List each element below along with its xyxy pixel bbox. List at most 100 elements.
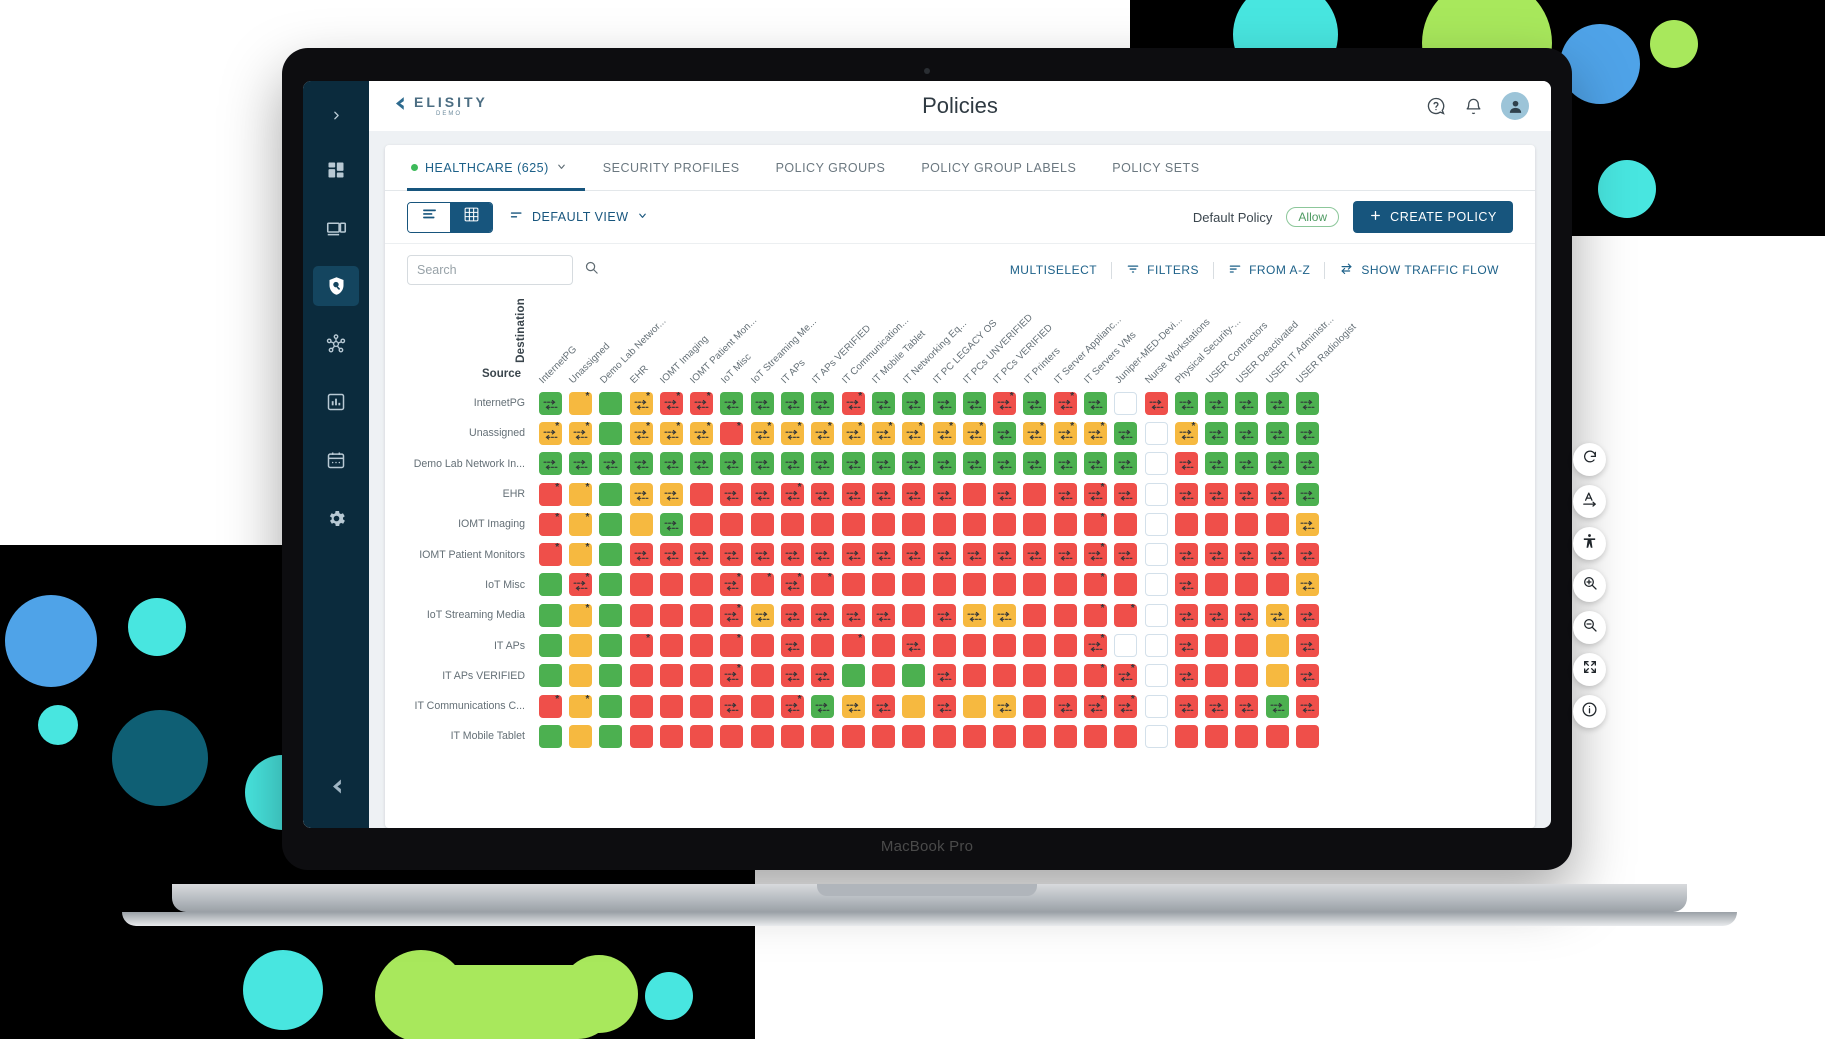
matrix-cell[interactable] [717,449,747,479]
matrix-cell[interactable] [808,630,838,660]
matrix-cell[interactable] [1202,418,1232,448]
matrix-cell[interactable] [1020,479,1050,509]
matrix-cell[interactable] [808,449,838,479]
matrix-row-label[interactable]: EHR [407,479,535,509]
matrix-column-header[interactable]: IT PCs VERIFIED [989,296,1056,388]
matrix-cell[interactable] [959,721,989,751]
matrix-cell[interactable] [1020,691,1050,721]
matrix-cell[interactable] [656,661,686,691]
matrix-cell[interactable] [868,449,898,479]
matrix-column-header[interactable]: IoT Streaming Me... [747,296,819,388]
matrix-cell[interactable] [1292,721,1322,751]
matrix-cell[interactable] [1050,661,1080,691]
matrix-cell[interactable] [1171,661,1201,691]
matrix-cell[interactable] [747,539,777,569]
matrix-cell[interactable] [686,630,716,660]
matrix-cell[interactable] [959,479,989,509]
matrix-cell[interactable] [1141,539,1171,569]
sidebar-item-dashboard[interactable] [313,150,359,190]
matrix-cell[interactable] [686,691,716,721]
matrix-cell[interactable] [1262,418,1292,448]
sidebar-item-settings[interactable] [313,498,359,538]
matrix-cell[interactable] [747,721,777,751]
matrix-cell[interactable] [1262,570,1292,600]
sidebar-item-topology[interactable] [313,324,359,364]
matrix-column-header[interactable]: Nurse Workstations [1141,296,1212,388]
matrix-cell[interactable]: * [1080,691,1110,721]
sidebar-item-devices[interactable] [313,208,359,248]
matrix-cell[interactable] [989,691,1019,721]
matrix-cell[interactable] [1111,449,1141,479]
matrix-cell[interactable] [1141,418,1171,448]
matrix-cell[interactable] [747,630,777,660]
matrix-cell[interactable] [747,479,777,509]
matrix-cell[interactable]: * [1050,388,1080,418]
matrix-cell[interactable] [929,661,959,691]
matrix-row-label[interactable]: IoT Streaming Media [407,600,535,630]
matrix-cell[interactable]: * [565,418,595,448]
sidebar-item-collapse[interactable] [326,776,347,802]
search-input[interactable] [417,263,578,277]
matrix-row-label[interactable]: Unassigned [407,418,535,448]
grid-view-button[interactable] [450,202,492,232]
matrix-cell[interactable] [989,661,1019,691]
matrix-cell[interactable] [1262,721,1292,751]
matrix-cell[interactable] [929,600,959,630]
matrix-column-header[interactable]: IT Printers [1020,296,1062,388]
matrix-cell[interactable]: * [959,418,989,448]
matrix-column-header[interactable]: IT Server Applianc... [1050,296,1124,388]
matrix-cell[interactable] [1262,661,1292,691]
matrix-cell[interactable] [1292,539,1322,569]
matrix-cell[interactable]: * [929,418,959,448]
matrix-cell[interactable] [777,630,807,660]
user-avatar-icon[interactable] [1501,92,1529,120]
matrix-cell[interactable] [747,449,777,479]
matrix-cell[interactable] [596,691,626,721]
matrix-cell[interactable] [838,691,868,721]
matrix-cell[interactable] [838,600,868,630]
matrix-cell[interactable] [717,509,747,539]
matrix-cell[interactable] [1050,691,1080,721]
matrix-cell[interactable] [1171,691,1201,721]
matrix-cell[interactable] [929,539,959,569]
matrix-cell[interactable] [929,630,959,660]
matrix-cell[interactable]: * [1080,418,1110,448]
matrix-cell[interactable] [1202,721,1232,751]
matrix-cell[interactable] [1141,449,1171,479]
matrix-cell[interactable] [596,600,626,630]
matrix-row-label[interactable]: IOMT Imaging [407,509,535,539]
matrix-cell[interactable] [1141,388,1171,418]
matrix-cell[interactable] [535,721,565,751]
fullscreen-button[interactable] [1573,653,1606,686]
matrix-cell[interactable] [1202,630,1232,660]
matrix-cell[interactable] [1292,509,1322,539]
matrix-cell[interactable] [808,691,838,721]
matrix-cell[interactable] [1202,600,1232,630]
matrix-cell[interactable] [747,661,777,691]
matrix-cell[interactable]: * [535,539,565,569]
matrix-column-header[interactable]: IT APs VERIFIED [808,296,873,388]
matrix-cell[interactable] [868,721,898,751]
text-direction-button[interactable] [1573,485,1606,518]
matrix-cell[interactable] [1202,691,1232,721]
matrix-cell[interactable] [1050,721,1080,751]
matrix-cell[interactable] [596,509,626,539]
matrix-cell[interactable] [1292,661,1322,691]
matrix-cell[interactable] [686,600,716,630]
matrix-cell[interactable] [808,721,838,751]
matrix-cell[interactable] [899,661,929,691]
tab-policy-sets[interactable]: POLICY SETS [1094,145,1217,190]
matrix-cell[interactable] [1050,630,1080,660]
matrix-cell[interactable] [1292,630,1322,660]
sidebar-item-analytics[interactable] [313,382,359,422]
matrix-cell[interactable] [868,479,898,509]
matrix-cell[interactable] [656,570,686,600]
matrix-cell[interactable] [838,449,868,479]
matrix-column-header[interactable]: IT Communication... [838,296,911,388]
sidebar-item-schedule[interactable] [313,440,359,480]
matrix-cell[interactable] [899,539,929,569]
matrix-cell[interactable] [656,539,686,569]
matrix-cell[interactable] [868,691,898,721]
matrix-cell[interactable] [656,509,686,539]
zoom-in-button[interactable] [1573,569,1606,602]
